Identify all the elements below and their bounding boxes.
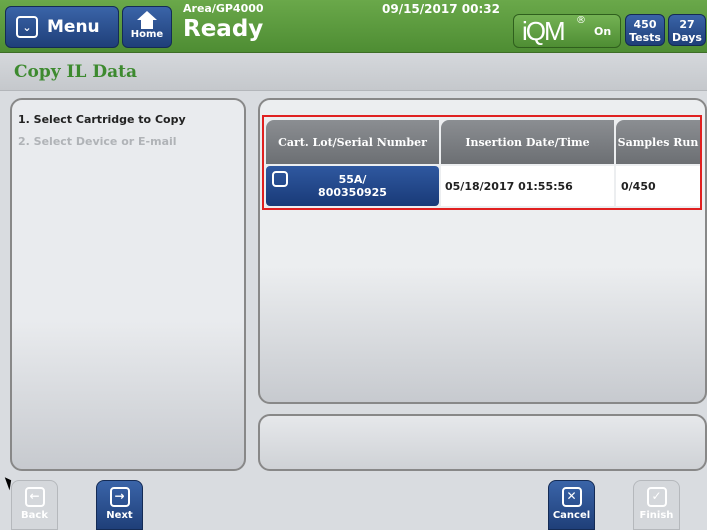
info-panel xyxy=(258,414,707,471)
cart-serial: 800350925 xyxy=(318,186,387,199)
step-select-cartridge: 1. Select Cartridge to Copy xyxy=(18,113,186,126)
cancel-label: Cancel xyxy=(552,510,591,521)
menu-button[interactable]: ⌄ Menu xyxy=(5,6,119,48)
cartridge-table: Cart. Lot/Serial Number Insertion Date/T… xyxy=(262,115,702,210)
menu-label: Menu xyxy=(47,17,100,37)
back-button[interactable]: ← Back xyxy=(11,480,58,530)
days-remaining-button[interactable]: 27 Days xyxy=(668,14,706,46)
days-count: 27 xyxy=(679,18,695,31)
next-button[interactable]: → Next xyxy=(96,480,143,530)
days-label: Days xyxy=(672,31,702,44)
home-icon xyxy=(137,11,157,29)
page-title: Copy IL Data xyxy=(14,62,138,82)
chevron-down-icon: ⌄ xyxy=(16,16,38,38)
iqm-status-button[interactable]: iQM ® On xyxy=(513,14,621,48)
back-label: Back xyxy=(21,510,48,521)
check-icon: ✓ xyxy=(646,487,667,507)
step-select-device: 2. Select Device or E-mail xyxy=(18,135,177,148)
table-cell-samples[interactable]: 0/450 xyxy=(616,166,700,206)
home-label: Home xyxy=(130,29,164,40)
area-label: Area/GP4000 xyxy=(183,2,264,15)
cart-lot: 55A/ xyxy=(338,173,367,186)
table-cell-insertion[interactable]: 05/18/2017 01:55:56 xyxy=(441,166,614,206)
title-bar: Copy IL Data xyxy=(0,53,707,91)
arrow-left-icon: ← xyxy=(24,487,45,507)
registered-mark: ® xyxy=(576,15,586,26)
iqm-state: On xyxy=(594,25,612,38)
finish-label: Finish xyxy=(639,510,674,521)
status-text: Ready xyxy=(183,16,264,42)
next-label: Next xyxy=(106,510,133,521)
checkbox-icon xyxy=(272,171,288,187)
column-header-cart-lot[interactable]: Cart. Lot/Serial Number xyxy=(266,120,439,164)
tests-remaining-button[interactable]: 450 Tests xyxy=(625,14,665,46)
arrow-right-icon: → xyxy=(109,487,130,507)
table-row-cart-cell[interactable]: 55A/ 800350925 xyxy=(266,166,439,206)
top-bar: ⌄ Menu Home Area/GP4000 Ready 09/15/2017… xyxy=(0,0,707,53)
datetime: 09/15/2017 00:32 xyxy=(382,2,500,16)
finish-button[interactable]: ✓ Finish xyxy=(633,480,680,530)
cancel-button[interactable]: ✕ Cancel xyxy=(548,480,595,530)
column-header-insertion-date[interactable]: Insertion Date/Time xyxy=(441,120,614,164)
steps-panel: 1. Select Cartridge to Copy 2. Select De… xyxy=(10,98,246,471)
close-icon: ✕ xyxy=(561,487,582,507)
iqm-logo: iQM xyxy=(522,16,566,46)
home-button[interactable]: Home xyxy=(122,6,172,48)
tests-count: 450 xyxy=(633,18,657,31)
tests-label: Tests xyxy=(629,31,661,44)
column-header-samples-run[interactable]: Samples Run xyxy=(616,120,700,164)
